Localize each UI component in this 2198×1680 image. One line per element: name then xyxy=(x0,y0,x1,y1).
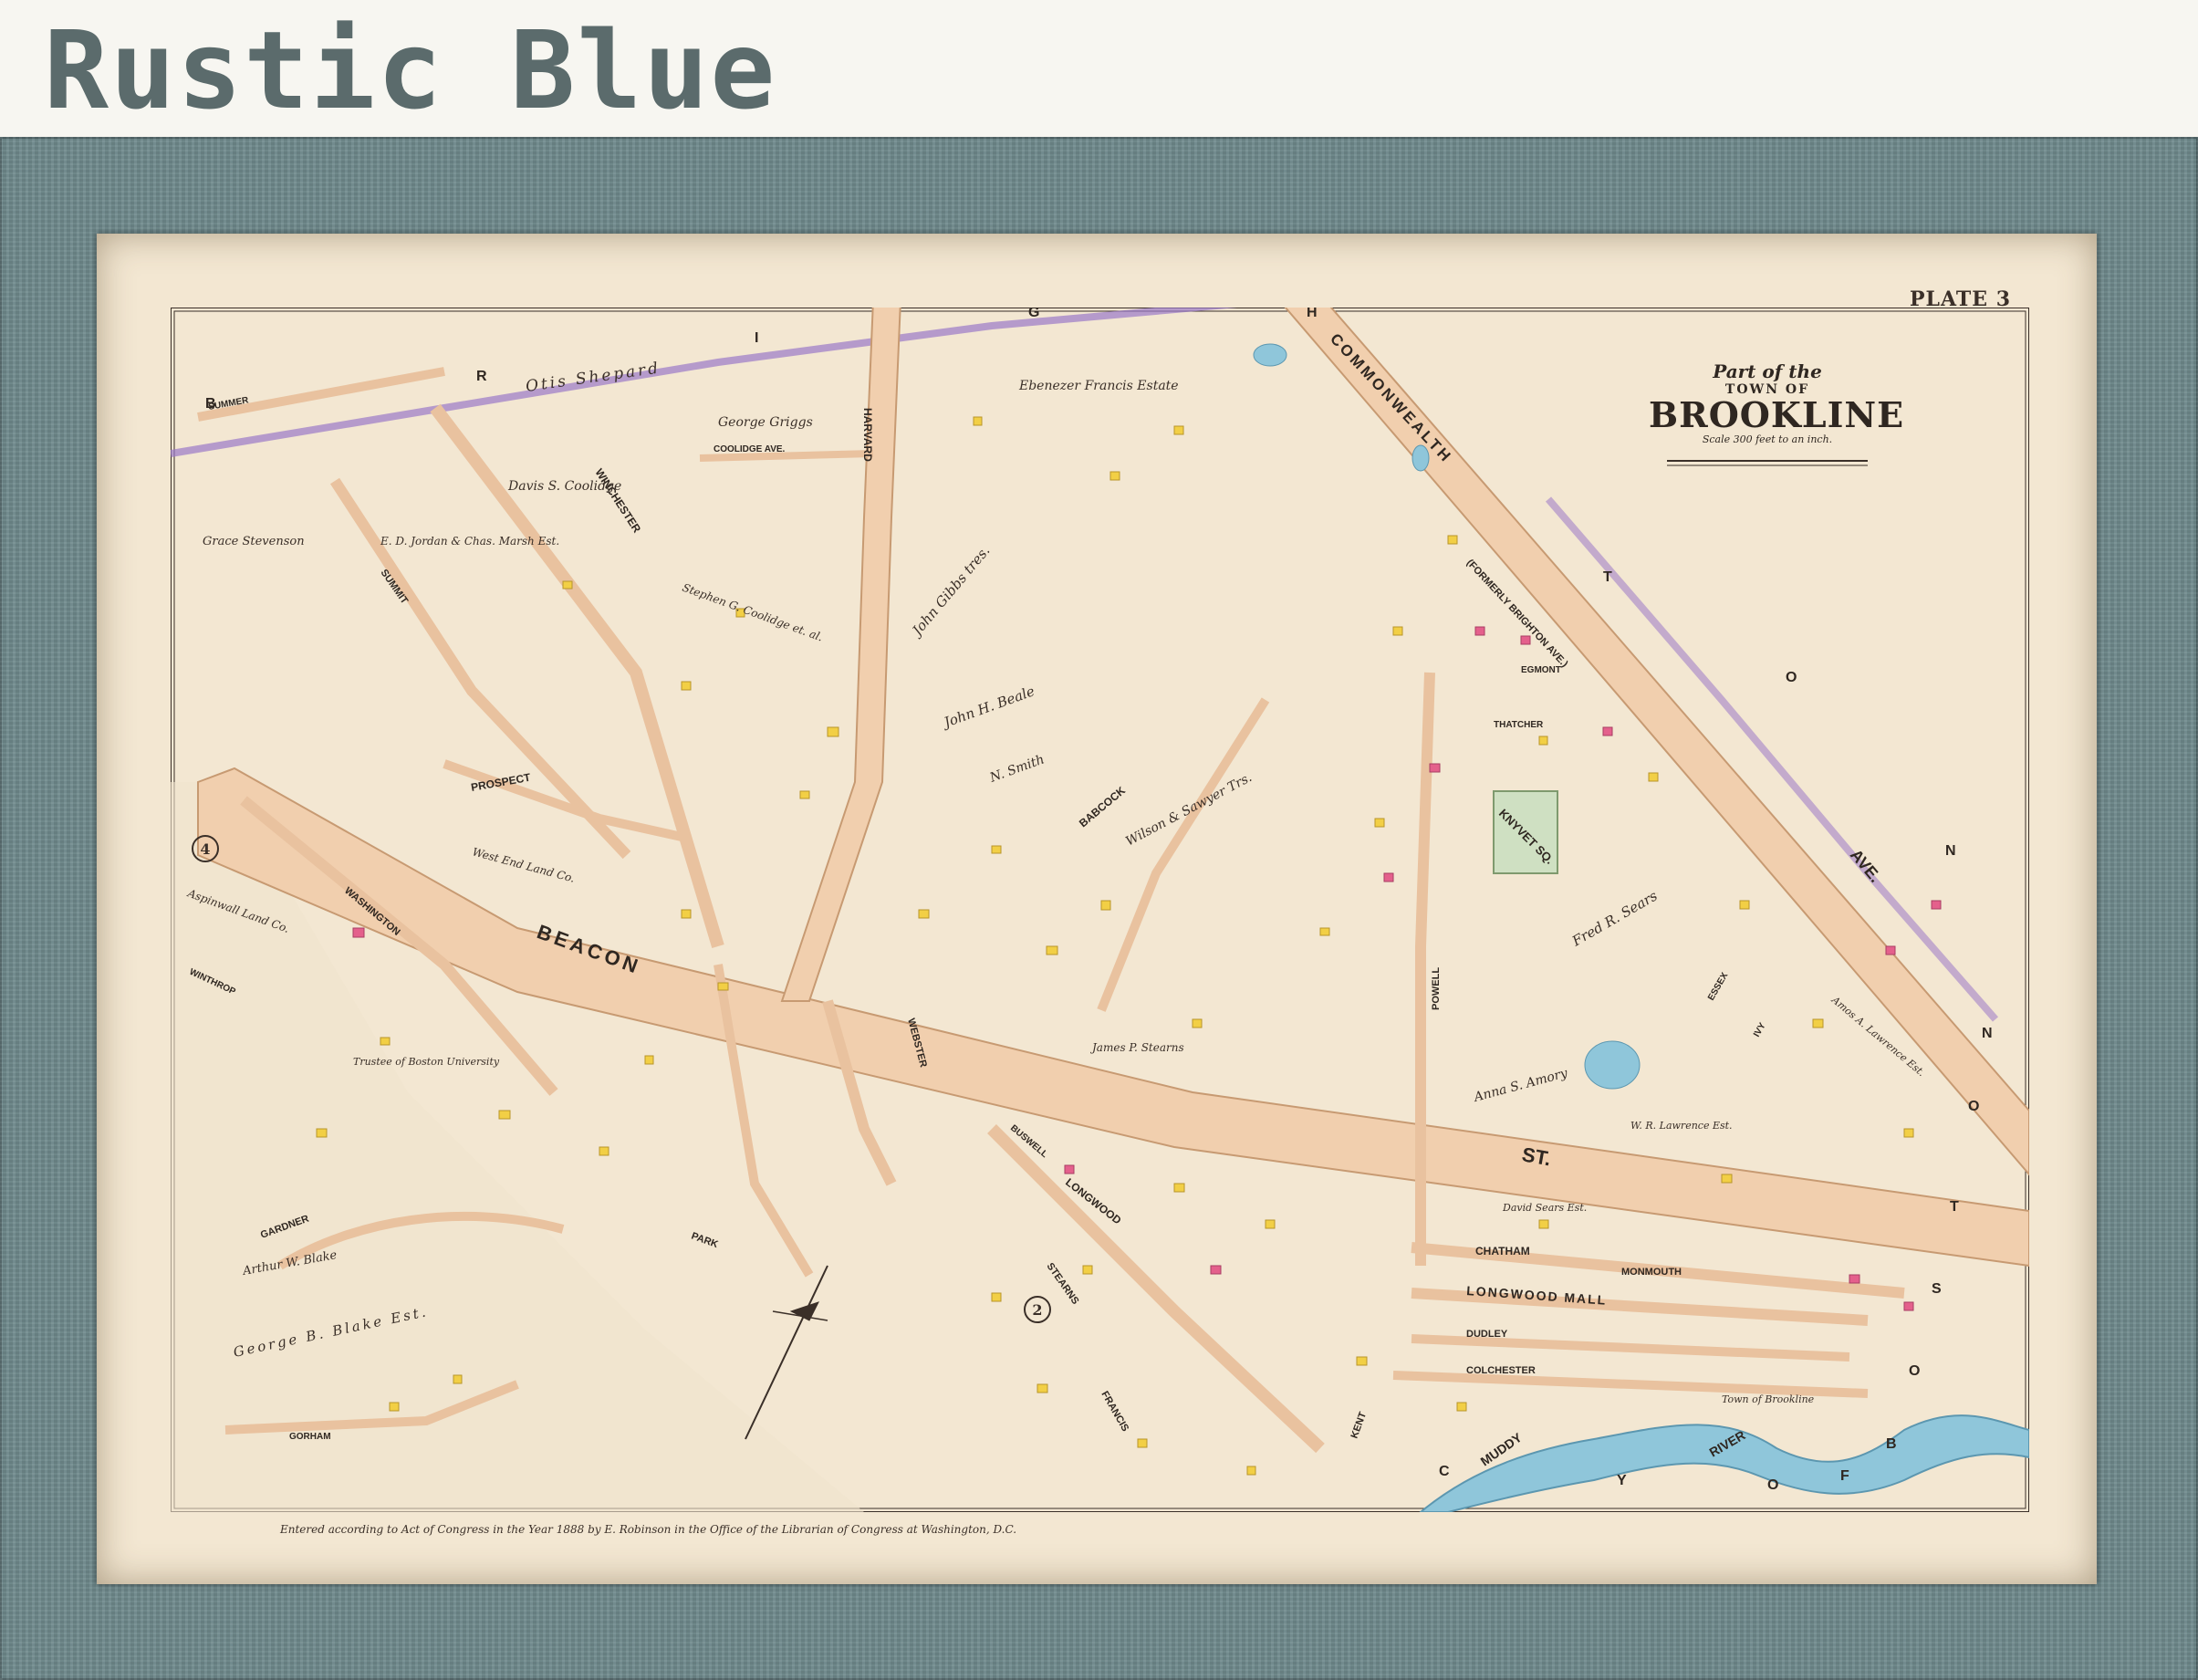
grid-letter-t-2: T xyxy=(1950,1199,1959,1215)
map-title-block: Part of the TOWN OF BROOKLINE Scale 300 … xyxy=(1649,360,1905,445)
grid-letter-i: I xyxy=(755,330,758,346)
estate-george-griggs: George Griggs xyxy=(718,415,813,430)
grid-letter-h: H xyxy=(1307,308,1318,320)
estate-town-brookline: Town of Brookline xyxy=(1722,1393,1815,1405)
copyright-notice: Entered according to Act of Congress in … xyxy=(280,1523,1017,1536)
label-beacon: BEACON xyxy=(534,920,644,978)
label-park: PARK xyxy=(690,1231,720,1251)
label-chatham: CHATHAM xyxy=(1475,1245,1530,1257)
label-monmouth: MONMOUTH xyxy=(1621,1267,1682,1278)
brookline-map: PLATE 3 4 2 BEACON ST. COMMONWEALTH AVE.… xyxy=(171,287,2029,1536)
estate-fred-sears: Fred R. Sears xyxy=(1568,887,1661,950)
estate-john-beale: John H. Beale xyxy=(939,683,1036,732)
map-labels-layer: 4 2 BEACON ST. COMMONWEALTH AVE. (FORMER… xyxy=(185,308,1993,1493)
label-knyvet-sq: KNYVET SQ. xyxy=(1496,807,1557,867)
label-river: RIVER xyxy=(1707,1427,1748,1459)
grid-letter-s: S xyxy=(1932,1281,1942,1297)
label-muddy: MUDDY xyxy=(1478,1430,1526,1469)
estate-ebenezer-francis: Ebenezer Francis Estate xyxy=(1018,379,1179,393)
estate-jordan-marsh: E. D. Jordan & Chas. Marsh Est. xyxy=(380,535,559,548)
label-webster: WEBSTER xyxy=(905,1017,929,1069)
label-egmont: EGMONT xyxy=(1521,665,1561,675)
label-summit: SUMMIT xyxy=(379,568,411,607)
label-gardner: GARDNER xyxy=(259,1214,310,1241)
grid-letter-c: C xyxy=(1439,1464,1450,1479)
estate-aspinwall: Aspinwall Land Co. xyxy=(185,886,291,935)
estate-wilson-sawyer: Wilson & Sawyer Trs. xyxy=(1123,770,1254,849)
grid-letter-b: B xyxy=(205,396,216,412)
title-line-1: Part of the xyxy=(1713,360,1822,382)
label-essex: ESSEX xyxy=(1706,971,1730,1003)
label-winthrop: WINTHROP xyxy=(188,967,237,997)
label-buswell: BUSWELL xyxy=(1008,1123,1049,1160)
estate-amos-lawrence: Amos A. Lawrence Est. xyxy=(1828,994,1927,1080)
grid-letter-g: G xyxy=(1028,308,1039,320)
grid-letter-t: T xyxy=(1603,569,1612,585)
estate-davis-coolidge: Davis S. Coolidge xyxy=(507,479,621,494)
label-babcock: BABCOCK xyxy=(1077,784,1128,830)
label-commonwealth: COMMONWEALTH xyxy=(1327,330,1455,467)
title-brookline: BROOKLINE xyxy=(1649,394,1905,435)
grid-letter-n-2: N xyxy=(1982,1026,1993,1041)
label-prospect: PROSPECT xyxy=(470,771,532,794)
grid-letter-o-3: O xyxy=(1909,1363,1920,1379)
label-powell: POWELL xyxy=(1431,967,1442,1010)
label-thatcher: THATCHER xyxy=(1494,720,1544,730)
estate-john-gibbs: John Gibbs tres. xyxy=(907,542,993,640)
section-number-4: 4 xyxy=(200,840,210,858)
estate-n-smith: N. Smith xyxy=(987,752,1047,786)
estate-boston-university: Trustee of Boston University xyxy=(353,1056,500,1068)
label-coolidge-ave: COOLIDGE AVE. xyxy=(714,444,786,454)
estate-stephen-coolidge: Stephen G. Coolidge et. al. xyxy=(681,581,825,644)
estate-david-sears: David Sears Est. xyxy=(1502,1202,1587,1214)
label-longwood: LONGWOOD xyxy=(1063,1175,1124,1226)
grid-letter-o-2: O xyxy=(1767,1477,1778,1493)
grid-letter-o: O xyxy=(1786,670,1797,685)
label-washington: WASHINGTON xyxy=(342,885,402,938)
estate-west-end: West End Land Co. xyxy=(471,845,576,884)
estate-anna-amory: Anna S. Amory xyxy=(1471,1066,1570,1106)
label-beacon-st: ST. xyxy=(1520,1143,1553,1170)
estate-james-stearns: James P. Stearns xyxy=(1089,1041,1184,1054)
label-winchester: WINCHESTER xyxy=(592,466,643,536)
label-commonwealth-ave: AVE. xyxy=(1847,846,1884,886)
label-stearns: STEARNS xyxy=(1045,1261,1081,1307)
header-title: Rustic Blue xyxy=(44,7,777,133)
label-formerly-brighton: (FORMERLY BRIGHTON AVE.) xyxy=(1464,558,1570,670)
label-kent: KENT xyxy=(1349,1411,1370,1441)
label-colchester: COLCHESTER xyxy=(1466,1365,1536,1376)
label-gorham: GORHAM xyxy=(289,1432,331,1442)
estate-wr-lawrence: W. R. Lawrence Est. xyxy=(1630,1120,1733,1132)
label-longwood-mall: LONGWOOD MALL xyxy=(1466,1283,1608,1308)
grid-letter-f: F xyxy=(1840,1468,1849,1484)
label-dudley: DUDLEY xyxy=(1466,1329,1508,1340)
page-header: Rustic Blue xyxy=(0,0,2198,137)
label-ivy: IVY xyxy=(1752,1021,1768,1039)
estate-george-blake: George B. Blake Est. xyxy=(232,1303,430,1361)
grid-letter-r: R xyxy=(476,369,487,384)
label-francis: FRANCIS xyxy=(1099,1390,1130,1434)
estate-grace-stevenson: Grace Stevenson xyxy=(203,535,305,548)
grid-letter-o-4: O xyxy=(1968,1099,1979,1114)
estate-arthur-blake: Arthur W. Blake xyxy=(241,1248,339,1278)
grid-letter-y: Y xyxy=(1617,1473,1627,1488)
estate-otis-shepard: Otis Shepard xyxy=(525,359,661,396)
section-number-2: 2 xyxy=(1032,1301,1042,1319)
label-harvard: HARVARD xyxy=(861,408,874,462)
grid-letter-b-2: B xyxy=(1886,1436,1897,1452)
grid-letter-n: N xyxy=(1945,843,1956,859)
